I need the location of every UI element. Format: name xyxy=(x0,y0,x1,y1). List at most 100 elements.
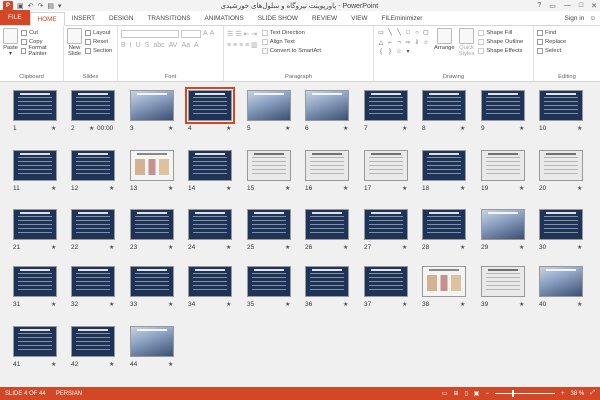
transition-star-icon[interactable]: ★ xyxy=(577,301,582,308)
slide-thumbnail[interactable] xyxy=(305,150,349,181)
arrow-shape-icon[interactable]: ⇩ xyxy=(413,39,421,47)
shrink-font-icon[interactable]: A xyxy=(210,30,215,38)
change-case-icon[interactable]: Aa xyxy=(181,42,190,49)
sign-in-link[interactable]: Sign in xyxy=(564,15,584,22)
slide-thumbnail[interactable] xyxy=(364,266,408,297)
shapes-gallery[interactable]: ▭ ╲ ╲ □ ○ ▢ △ ⌐ ¬ ⇨ ⇩ ☆ { } ☆ ▾ xyxy=(377,29,430,57)
transition-star-icon[interactable]: ★ xyxy=(226,185,231,192)
tab-slide-show[interactable]: SLIDE SHOW xyxy=(251,12,305,25)
shape-outline-button[interactable]: Shape Outline xyxy=(478,37,523,46)
tab-fileminimizer[interactable]: FILEminimizer xyxy=(375,12,430,25)
font-color-icon[interactable]: A xyxy=(194,42,199,49)
transition-star-icon[interactable]: ★ xyxy=(51,125,56,132)
tab-transitions[interactable]: TRANSITIONS xyxy=(141,12,198,25)
slide-thumbnail[interactable] xyxy=(247,266,291,297)
slide-thumbnail[interactable] xyxy=(130,90,174,121)
transition-star-icon[interactable]: ★ xyxy=(109,185,114,192)
tab-view[interactable]: VIEW xyxy=(344,12,374,25)
zoom-slider[interactable] xyxy=(494,390,555,397)
slide-thumbnail[interactable] xyxy=(130,326,174,357)
slide-thumbnail[interactable] xyxy=(305,266,349,297)
ribbon-display-icon[interactable]: ▭ xyxy=(549,2,556,10)
transition-star-icon[interactable]: ★ xyxy=(285,244,290,251)
slide-thumbnail[interactable] xyxy=(71,150,115,181)
convert-smartart-button[interactable]: Convert to SmartArt xyxy=(261,46,321,55)
slide-thumbnail[interactable] xyxy=(539,90,583,121)
undo-icon[interactable]: ↶ xyxy=(28,2,34,10)
slide-thumbnail[interactable] xyxy=(422,150,466,181)
slide-thumbnail[interactable] xyxy=(13,150,57,181)
oval-shape-icon[interactable]: ○ xyxy=(413,29,421,37)
underline-icon[interactable]: U xyxy=(136,42,141,49)
brace-shape-icon[interactable]: } xyxy=(386,48,394,56)
reset-button[interactable]: Reset xyxy=(85,37,112,46)
new-slide-button[interactable]: New Slide xyxy=(67,28,82,57)
transition-star-icon[interactable]: ★ xyxy=(577,244,582,251)
transition-star-icon[interactable]: ★ xyxy=(577,125,582,132)
transition-star-icon[interactable]: ★ xyxy=(402,301,407,308)
transition-star-icon[interactable]: ★ xyxy=(51,361,56,368)
slide-thumbnail[interactable] xyxy=(481,209,525,240)
line-shape-icon[interactable]: ╲ xyxy=(395,29,403,37)
transition-star-icon[interactable]: ★ xyxy=(519,185,524,192)
font-size-dropdown[interactable] xyxy=(181,30,201,38)
transition-star-icon[interactable]: ★ xyxy=(402,244,407,251)
zoom-thumb[interactable] xyxy=(511,390,514,397)
transition-star-icon[interactable]: ★ xyxy=(343,301,348,308)
transition-star-icon[interactable]: ★ xyxy=(51,244,56,251)
rectangle-shape-icon[interactable]: □ xyxy=(404,29,412,37)
brace-shape-icon[interactable]: { xyxy=(377,48,385,56)
select-button[interactable]: Select xyxy=(537,46,597,55)
transition-star-icon[interactable]: ★ xyxy=(343,125,348,132)
slide-thumbnail[interactable] xyxy=(13,90,57,121)
slide-thumbnail[interactable] xyxy=(130,209,174,240)
reading-view-icon[interactable]: ▯ xyxy=(464,390,467,397)
strikethrough-icon[interactable]: S xyxy=(145,42,150,49)
transition-star-icon[interactable]: ★ xyxy=(109,301,114,308)
transition-star-icon[interactable]: ★ xyxy=(343,244,348,251)
slide-thumbnail[interactable] xyxy=(422,90,466,121)
star-shape-icon[interactable]: ☆ xyxy=(422,39,430,47)
rounded-rect-shape-icon[interactable]: ▢ xyxy=(422,29,430,37)
transition-star-icon[interactable]: ★ xyxy=(460,125,465,132)
transition-star-icon[interactable]: ★ xyxy=(343,185,348,192)
cut-button[interactable]: Cut xyxy=(21,28,60,37)
slide-thumbnail[interactable] xyxy=(364,90,408,121)
slide-thumbnail[interactable] xyxy=(539,150,583,181)
font-name-dropdown[interactable] xyxy=(121,30,179,38)
transition-star-icon[interactable]: ★ xyxy=(519,301,524,308)
redo-icon[interactable]: ↷ xyxy=(38,2,44,10)
transition-star-icon[interactable]: ★ xyxy=(168,301,173,308)
slide-thumbnail[interactable] xyxy=(71,266,115,297)
shape-fill-button[interactable]: Shape Fill xyxy=(478,28,523,37)
transition-star-icon[interactable]: ★ xyxy=(226,301,231,308)
fit-slide-icon[interactable]: ⤢ xyxy=(590,390,595,397)
more-shapes-icon[interactable]: ▾ xyxy=(404,48,412,56)
save-icon[interactable]: ▣ xyxy=(17,2,24,10)
arrange-button[interactable]: Arrange xyxy=(434,28,455,57)
arrow-shape-icon[interactable]: ⇨ xyxy=(404,39,412,47)
transition-star-icon[interactable]: ★ xyxy=(285,185,290,192)
transition-star-icon[interactable]: ★ xyxy=(285,301,290,308)
bullets-icon[interactable]: ☰ ☰ ⇤ ⇥ xyxy=(227,30,258,38)
slideshow-view-icon[interactable]: ▣ xyxy=(474,390,480,397)
shadow-icon[interactable]: abc xyxy=(153,42,164,49)
slide-thumbnail[interactable] xyxy=(481,150,525,181)
tab-animations[interactable]: ANIMATIONS xyxy=(198,12,251,25)
transition-star-icon[interactable]: ★ xyxy=(285,125,290,132)
normal-view-icon[interactable]: ▭ xyxy=(442,390,448,397)
find-button[interactable]: Find xyxy=(537,28,597,37)
tab-file[interactable]: FILE xyxy=(0,10,30,25)
slide-thumbnail[interactable] xyxy=(305,209,349,240)
transition-star-icon[interactable]: ★ xyxy=(168,185,173,192)
tab-home[interactable]: HOME xyxy=(29,12,65,26)
bold-icon[interactable]: B xyxy=(121,42,126,49)
grow-font-icon[interactable]: A xyxy=(203,30,208,38)
smiley-icon[interactable]: ☺ xyxy=(589,15,596,22)
text-direction-button[interactable]: Text Direction xyxy=(261,28,321,37)
transition-star-icon[interactable]: ★ xyxy=(460,244,465,251)
transition-star-icon[interactable]: ★ xyxy=(168,125,173,132)
slide-sorter-view-icon[interactable]: ⊞ xyxy=(453,390,458,397)
slide-thumbnail[interactable] xyxy=(13,266,57,297)
slide-thumbnail[interactable] xyxy=(247,90,291,121)
